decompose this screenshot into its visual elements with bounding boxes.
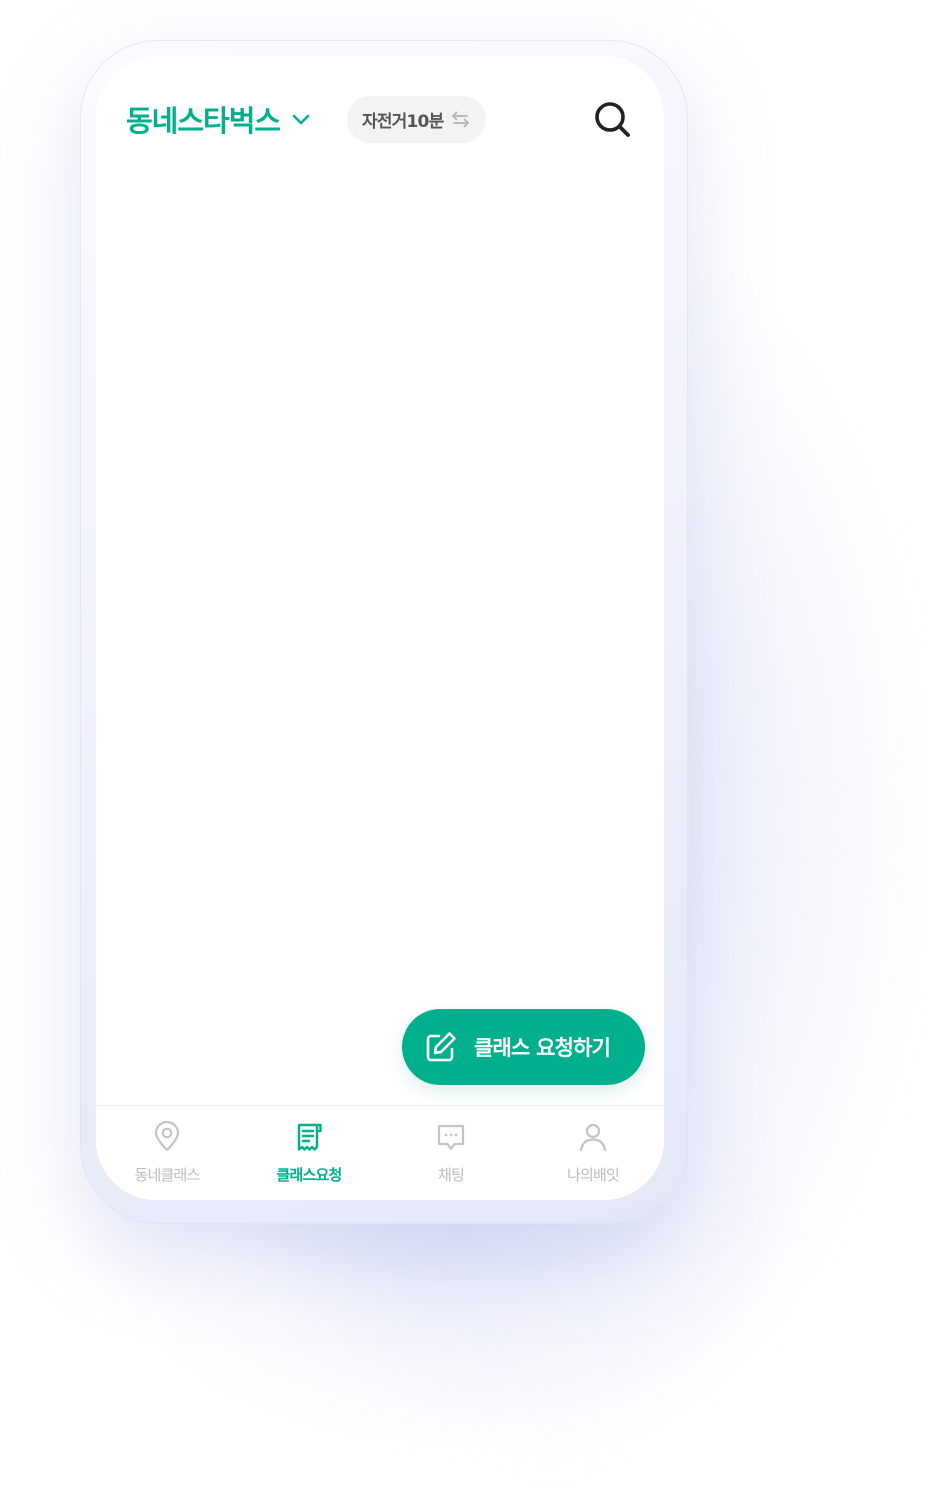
edit-icon <box>424 1030 458 1064</box>
tab-class-request[interactable]: 클래스요청 <box>238 1106 380 1200</box>
tab-chat[interactable]: 채팅 <box>380 1106 522 1200</box>
tab-label: 나의배잇 <box>566 1166 620 1184</box>
search-button[interactable] <box>593 100 633 140</box>
request-class-label: 클래스 요청하기 <box>474 1036 611 1060</box>
tab-label: 채팅 <box>437 1166 465 1184</box>
tab-neighborhood-class[interactable]: 동네클래스 <box>96 1106 238 1200</box>
request-document-icon <box>297 1123 322 1151</box>
search-icon <box>595 102 630 137</box>
bottom-tab-bar: 동네클래스 클래스요청 채팅 나의배잇 <box>96 1105 664 1200</box>
top-bar: 동네스타벅스 자전거10분 <box>96 56 664 186</box>
chevron-down-icon <box>290 108 312 130</box>
request-class-button[interactable]: 클래스 요청하기 <box>402 1009 645 1085</box>
location-name: 동네스타벅스 <box>126 104 281 138</box>
tab-label: 클래스요청 <box>276 1166 342 1184</box>
location-pin-icon <box>154 1121 180 1152</box>
person-icon <box>579 1123 607 1152</box>
phone-screen: 동네스타벅스 자전거10분 클래스 요청하기 동네클래스 클래스요청 채팅 나의… <box>96 56 664 1200</box>
tab-my-page[interactable]: 나의배잇 <box>522 1106 664 1200</box>
distance-label: 자전거10분 <box>362 112 444 132</box>
page-background: 동네스타벅스 자전거10분 클래스 요청하기 동네클래스 클래스요청 채팅 나의… <box>0 0 928 1504</box>
location-selector[interactable]: 동네스타벅스 <box>126 98 312 140</box>
distance-filter-chip[interactable]: 자전거10분 <box>347 96 487 143</box>
swap-arrows-icon <box>451 110 470 129</box>
tab-label: 동네클래스 <box>134 1166 200 1184</box>
chat-bubble-icon <box>437 1124 465 1151</box>
